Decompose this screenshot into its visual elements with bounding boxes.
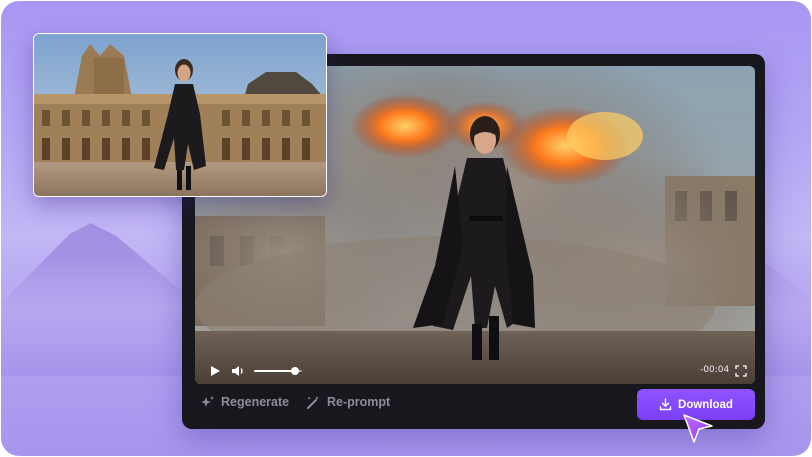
remaining-time: -00:04	[700, 365, 730, 375]
pointer-cursor-icon	[683, 414, 713, 443]
source-image-thumbnail[interactable]	[33, 33, 327, 197]
hero-canvas: -00:04 Regenerate Re-prompt Download	[1, 1, 811, 456]
magic-wand-icon	[307, 395, 319, 409]
play-icon[interactable]	[209, 365, 221, 377]
volume-knob[interactable]	[290, 367, 299, 375]
playback-controls: -00:04	[195, 358, 755, 384]
source-image	[34, 34, 326, 196]
sparkle-icon	[201, 395, 214, 407]
fullscreen-icon[interactable]	[735, 365, 747, 377]
regenerate-label: Regenerate	[221, 395, 290, 409]
volume-level	[254, 370, 295, 372]
volume-slider[interactable]	[254, 367, 302, 375]
download-label: Download	[678, 398, 733, 411]
regenerate-button[interactable]: Regenerate	[200, 393, 289, 411]
volume-icon[interactable]	[231, 364, 245, 378]
reprompt-button[interactable]: Re-prompt	[306, 393, 390, 411]
reprompt-label: Re-prompt	[327, 395, 391, 409]
download-icon	[659, 398, 672, 411]
